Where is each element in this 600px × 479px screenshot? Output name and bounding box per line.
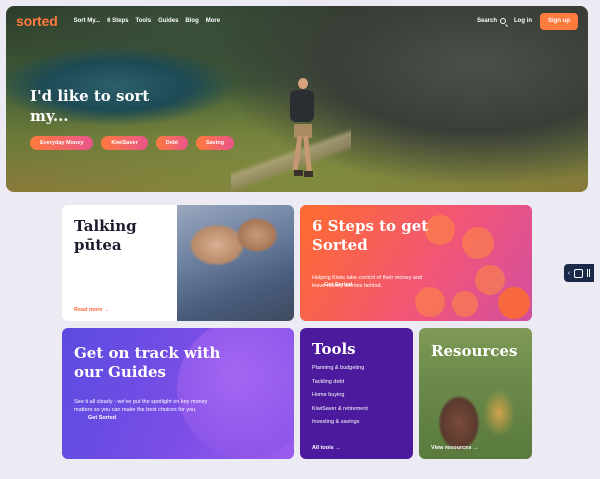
decor-dot	[498, 287, 530, 319]
search-button[interactable]: Search	[477, 18, 506, 24]
resources-card[interactable]: Resources View resources →	[419, 328, 532, 459]
pill-everyday-money[interactable]: Everyday Money	[30, 136, 94, 150]
guides-get-sorted-link[interactable]: Get Sorted	[88, 415, 116, 421]
drag-handle-icon[interactable]	[587, 269, 591, 277]
widget-icon	[574, 268, 584, 278]
six-steps-get-sorted-link[interactable]: Get Sorted	[324, 282, 352, 288]
tools-item-home-buying[interactable]: Home buying	[312, 392, 368, 398]
tools-title: Tools	[312, 340, 356, 358]
hero-title: I'd like to sort my...	[30, 87, 150, 125]
sorted-logo[interactable]: sorted	[16, 13, 58, 29]
six-steps-title: 6 Steps to get Sorted	[312, 217, 429, 254]
talking-putea-card[interactable]: Talking pūtea Read more →	[62, 205, 294, 321]
tools-item-investing[interactable]: Investing & savings	[312, 419, 368, 425]
all-tools-link[interactable]: All tools →	[312, 445, 341, 451]
tools-item-debt[interactable]: Tackling debt	[312, 379, 368, 385]
guides-card[interactable]: Get on track with our Guides See it all …	[62, 328, 294, 459]
pill-kiwisaver[interactable]: KiwiSaver	[101, 136, 148, 150]
nav-link-6-steps[interactable]: 6 Steps	[107, 18, 128, 24]
nav-link-sort-my[interactable]: Sort My...	[74, 18, 101, 24]
six-steps-card[interactable]: 6 Steps to get Sorted Helping Kiwis take…	[300, 205, 532, 321]
nav-link-tools[interactable]: Tools	[136, 18, 152, 24]
decor-dot	[452, 291, 478, 317]
guides-title: Get on track with our Guides	[74, 344, 221, 381]
decor-dot	[475, 265, 505, 295]
talking-putea-photo	[177, 205, 294, 321]
tools-card: Tools Planning & budgeting Tackling debt…	[300, 328, 413, 459]
nav-link-guides[interactable]: Guides	[158, 18, 178, 24]
guides-description: See it all clearly - we've put the spotl…	[74, 399, 208, 413]
search-label: Search	[476, 18, 497, 24]
hero-banner: sorted Sort My... 6 Steps Tools Guides B…	[6, 6, 588, 192]
tools-item-planning[interactable]: Planning & budgeting	[312, 365, 368, 371]
hero-pill-group: Everyday Money KiwiSaver Debt Saving	[30, 136, 234, 150]
nav-link-blog[interactable]: Blog	[185, 18, 198, 24]
pill-debt[interactable]: Debt	[155, 136, 188, 150]
talking-putea-title: Talking pūtea	[74, 217, 137, 254]
tools-list: Planning & budgeting Tackling debt Home …	[312, 365, 368, 433]
signup-button[interactable]: Sign up	[540, 12, 578, 30]
nav-link-more[interactable]: More	[206, 18, 220, 24]
view-resources-link[interactable]: View resources →	[431, 445, 478, 451]
login-link[interactable]: Log in	[514, 18, 532, 24]
top-nav: sorted Sort My... 6 Steps Tools Guides B…	[6, 6, 588, 36]
pill-saving[interactable]: Saving	[195, 136, 234, 150]
resources-title: Resources	[431, 342, 518, 360]
decor-dot	[462, 227, 494, 259]
read-more-link[interactable]: Read more →	[74, 307, 109, 313]
search-icon	[500, 18, 506, 24]
chevron-left-icon: ‹	[567, 269, 571, 277]
hero-hiker-figure	[284, 78, 324, 188]
side-feedback-tab[interactable]: ‹	[564, 264, 594, 282]
tools-item-kiwisaver[interactable]: KiwiSaver & retirement	[312, 406, 368, 412]
nav-links: Sort My... 6 Steps Tools Guides Blog Mor…	[74, 18, 221, 24]
decor-dot	[415, 287, 445, 317]
nav-right: Search Log in Sign up	[477, 12, 578, 30]
